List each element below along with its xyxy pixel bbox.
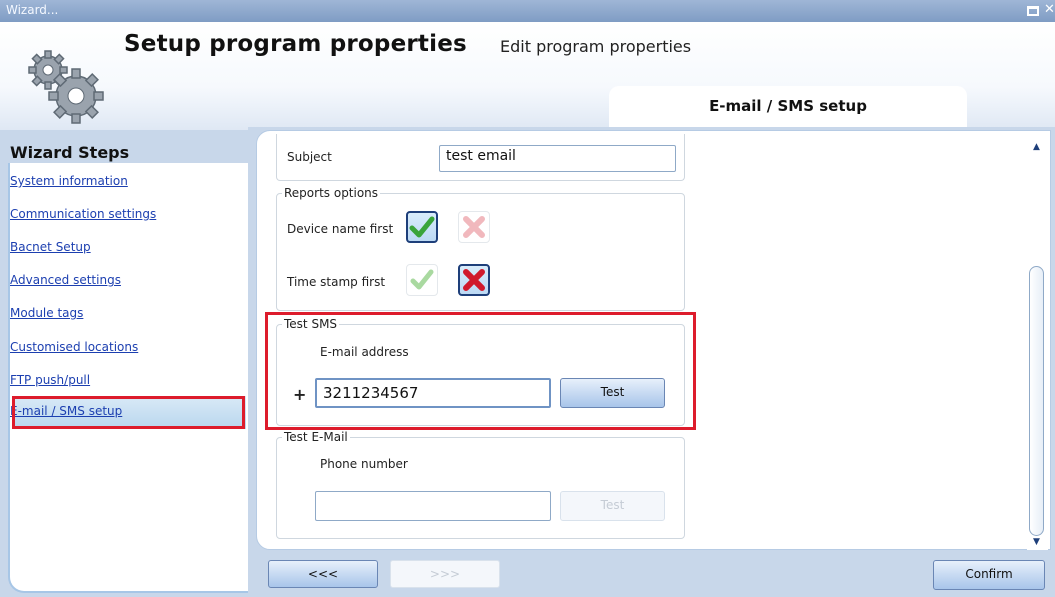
window-titlebar: Wizard... ✕ [0, 0, 1055, 22]
reports-options-legend: Reports options [282, 186, 381, 200]
device-name-first-no-toggle[interactable] [458, 211, 490, 243]
maximize-button[interactable] [1027, 6, 1039, 16]
subject-label: Subject [287, 150, 332, 164]
cross-icon [463, 269, 485, 291]
checkmark-icon [410, 269, 434, 290]
sidebar-item-advanced-settings[interactable]: Advanced settings [10, 273, 121, 287]
page-subtitle: Edit program properties [500, 37, 692, 56]
window-title: Wizard... [6, 3, 59, 17]
selection-highlight-box [12, 396, 245, 429]
checkmark-icon [409, 216, 435, 238]
test-email-legend: Test E-Mail [282, 430, 350, 444]
cross-icon [463, 216, 485, 238]
back-button[interactable]: <<< [268, 560, 378, 588]
device-name-first-yes-toggle[interactable] [406, 211, 438, 243]
scrollbar-thumb[interactable] [1029, 266, 1044, 536]
sidebar-item-communication-settings[interactable]: Communication settings [10, 207, 156, 221]
device-name-first-label: Device name first [287, 222, 394, 236]
sidebar-item-ftp-push-pull[interactable]: FTP push/pull [10, 373, 90, 387]
next-button[interactable]: >>> [390, 560, 500, 588]
tab-label: E-mail / SMS setup [709, 97, 867, 115]
test-email-button[interactable]: Test [560, 491, 665, 521]
time-stamp-first-no-toggle[interactable] [458, 264, 490, 296]
sidebar-item-module-tags[interactable]: Module tags [10, 306, 83, 320]
gears-icon [28, 50, 104, 124]
wizard-steps-heading: Wizard Steps [10, 143, 130, 162]
scroll-down-icon[interactable]: ▼ [1033, 537, 1040, 547]
test-email-group [276, 437, 685, 539]
scroll-up-icon[interactable]: ▲ [1033, 142, 1040, 152]
page-title: Setup program properties [124, 31, 467, 57]
sidebar-item-customised-locations[interactable]: Customised locations [10, 340, 138, 354]
close-icon[interactable]: ✕ [1044, 2, 1055, 17]
time-stamp-first-label: Time stamp first [287, 275, 386, 289]
test-sms-highlight-box [265, 312, 696, 430]
test-email-field-label: Phone number [320, 457, 408, 471]
test-email-input[interactable] [315, 491, 551, 521]
confirm-button[interactable]: Confirm [933, 560, 1045, 590]
sidebar-item-bacnet-setup[interactable]: Bacnet Setup [10, 240, 91, 254]
subject-input[interactable]: test email [439, 145, 676, 172]
sidebar-item-system-information[interactable]: System information [10, 174, 128, 188]
time-stamp-first-yes-toggle[interactable] [406, 264, 438, 296]
